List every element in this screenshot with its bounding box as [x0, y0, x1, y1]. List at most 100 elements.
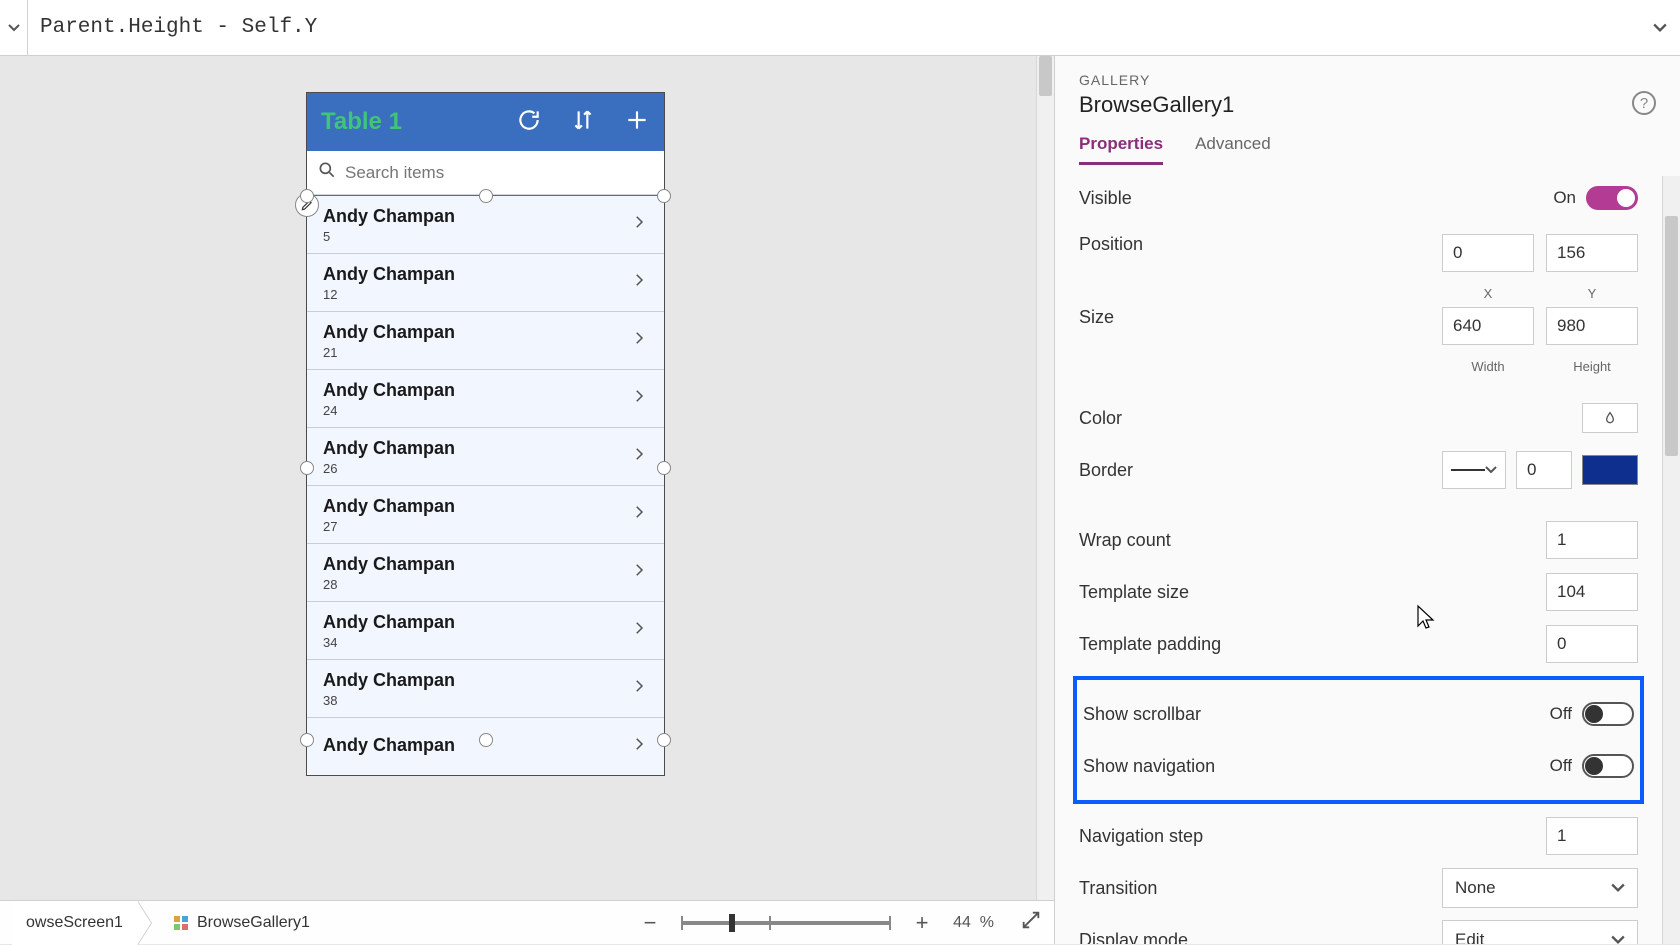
- gallery-item-subtitle: 5: [323, 229, 630, 244]
- gallery-item[interactable]: Andy Champan5: [307, 196, 664, 254]
- chevron-right-icon[interactable]: [630, 503, 648, 526]
- selection-handle[interactable]: [657, 189, 671, 203]
- gallery-item-title: Andy Champan: [323, 438, 630, 459]
- chevron-right-icon[interactable]: [630, 329, 648, 352]
- tab-advanced[interactable]: Advanced: [1195, 134, 1271, 165]
- chevron-right-icon[interactable]: [630, 619, 648, 642]
- selection-handle[interactable]: [657, 733, 671, 747]
- chevron-right-icon[interactable]: [630, 561, 648, 584]
- color-picker[interactable]: [1582, 403, 1638, 433]
- show-scrollbar-state-text: Off: [1550, 704, 1572, 724]
- size-width-input[interactable]: [1442, 307, 1534, 345]
- gallery-item-subtitle: 27: [323, 519, 630, 534]
- show-navigation-label: Show navigation: [1083, 756, 1550, 777]
- panel-vertical-scrollbar[interactable]: [1662, 176, 1680, 944]
- sort-icon[interactable]: [570, 107, 596, 138]
- gallery-item[interactable]: Andy Champan 24: [307, 370, 664, 428]
- gallery-item[interactable]: Andy Champan 21: [307, 312, 664, 370]
- border-label: Border: [1079, 460, 1442, 481]
- visible-label: Visible: [1079, 188, 1553, 209]
- chevron-right-icon[interactable]: [630, 677, 648, 700]
- gallery-item[interactable]: Andy Champan 26: [307, 428, 664, 486]
- help-icon[interactable]: ?: [1632, 91, 1656, 115]
- search-icon: [317, 160, 337, 185]
- gallery-item-subtitle: 34: [323, 635, 630, 650]
- gallery-item[interactable]: Andy Champan38: [307, 660, 664, 718]
- gallery-item-subtitle: 21: [323, 345, 630, 360]
- control-name-label[interactable]: BrowseGallery1: [1079, 92, 1234, 118]
- size-label: Size: [1079, 307, 1442, 328]
- formula-property-dropdown[interactable]: [0, 0, 28, 56]
- wrap-count-input[interactable]: [1546, 521, 1638, 559]
- properties-panel: GALLERY BrowseGallery1 ? Properties Adva…: [1054, 56, 1680, 944]
- gallery-item-title: Andy Champan: [323, 496, 630, 517]
- gallery-item-title: Andy Champan: [323, 380, 630, 401]
- position-x-input[interactable]: [1442, 234, 1534, 272]
- breadcrumb-screen-label: owseScreen1: [26, 914, 123, 932]
- refresh-icon[interactable]: [516, 107, 542, 138]
- template-size-input[interactable]: [1546, 573, 1638, 611]
- selection-handle[interactable]: [300, 461, 314, 475]
- transition-label: Transition: [1079, 878, 1442, 899]
- formula-input[interactable]: Parent.Height - Self.Y: [28, 16, 1640, 39]
- wrap-count-label: Wrap count: [1079, 530, 1546, 551]
- show-scrollbar-toggle[interactable]: [1582, 702, 1634, 726]
- search-input[interactable]: [345, 163, 654, 183]
- add-icon[interactable]: [624, 107, 650, 138]
- chevron-right-icon[interactable]: [630, 213, 648, 236]
- size-height-input[interactable]: [1546, 307, 1638, 345]
- zoom-in-button[interactable]: +: [909, 910, 935, 936]
- zoom-slider[interactable]: [681, 921, 891, 925]
- position-y-input[interactable]: [1546, 234, 1638, 272]
- border-color-picker[interactable]: [1582, 455, 1638, 485]
- selection-handle[interactable]: [300, 189, 314, 203]
- selection-handle[interactable]: [479, 189, 493, 203]
- zoom-out-button[interactable]: −: [637, 910, 663, 936]
- gallery-item-title: Andy Champan: [323, 612, 630, 633]
- size-width-caption: Width: [1471, 359, 1504, 374]
- gallery-item-subtitle: 24: [323, 403, 630, 418]
- position-x-caption: X: [1484, 286, 1493, 301]
- gallery-item-title: Andy Champan: [323, 554, 630, 575]
- selection-handle[interactable]: [300, 733, 314, 747]
- breadcrumb-screen[interactable]: owseScreen1: [12, 901, 137, 945]
- navigation-step-label: Navigation step: [1079, 826, 1546, 847]
- browse-gallery[interactable]: Andy Champan5Andy Champan12Andy Champan2…: [307, 195, 664, 775]
- border-width-input[interactable]: [1516, 451, 1572, 489]
- app-header: Table 1: [307, 93, 664, 151]
- formula-bar: Parent.Height - Self.Y: [0, 0, 1680, 56]
- transition-dropdown[interactable]: None: [1442, 868, 1638, 908]
- status-bar: owseScreen1 BrowseGallery1 − + 44 %: [0, 900, 1054, 944]
- chevron-right-icon[interactable]: [630, 445, 648, 468]
- border-style-dropdown[interactable]: [1442, 451, 1506, 489]
- show-navigation-state-text: Off: [1550, 756, 1572, 776]
- zoom-percent-label: 44 %: [953, 914, 994, 932]
- navigation-step-input[interactable]: [1546, 817, 1638, 855]
- app-preview: Table 1: [307, 93, 664, 775]
- selection-handle[interactable]: [657, 461, 671, 475]
- chevron-right-icon[interactable]: [630, 735, 648, 758]
- gallery-item-subtitle: 26: [323, 461, 630, 476]
- fit-to-window-button[interactable]: [1020, 909, 1042, 936]
- gallery-item[interactable]: Andy Champan28: [307, 544, 664, 602]
- show-navigation-toggle[interactable]: [1582, 754, 1634, 778]
- template-padding-label: Template padding: [1079, 634, 1546, 655]
- gallery-item[interactable]: Andy Champan 34: [307, 602, 664, 660]
- formula-expand-button[interactable]: [1640, 21, 1680, 35]
- chevron-right-icon[interactable]: [630, 387, 648, 410]
- template-padding-input[interactable]: [1546, 625, 1638, 663]
- design-canvas[interactable]: Table 1: [0, 56, 1054, 944]
- gallery-item[interactable]: Andy Champan 27: [307, 486, 664, 544]
- gallery-item-title: Andy Champan: [323, 264, 630, 285]
- selection-handle[interactable]: [479, 733, 493, 747]
- tab-properties[interactable]: Properties: [1079, 134, 1163, 165]
- canvas-vertical-scrollbar[interactable]: ▼: [1036, 56, 1054, 944]
- display-mode-dropdown[interactable]: Edit: [1442, 920, 1638, 944]
- breadcrumb-control[interactable]: BrowseGallery1: [159, 901, 324, 945]
- gallery-item-title: Andy Champan: [323, 322, 630, 343]
- visible-toggle[interactable]: [1586, 186, 1638, 210]
- position-label: Position: [1079, 234, 1442, 255]
- display-mode-value: Edit: [1455, 930, 1484, 944]
- gallery-item[interactable]: Andy Champan12: [307, 254, 664, 312]
- chevron-right-icon[interactable]: [630, 271, 648, 294]
